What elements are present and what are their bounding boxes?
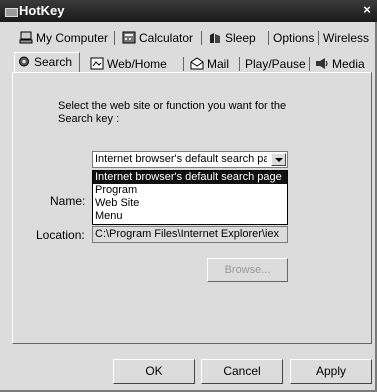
title-bar[interactable]: HotKey × [0, 0, 377, 22]
tab-separator [183, 57, 184, 71]
media-icon [315, 57, 329, 70]
search-gear-icon [17, 55, 31, 68]
mail-icon [190, 57, 204, 70]
window-title: HotKey [19, 3, 65, 18]
tab-separator [201, 31, 202, 45]
tab-options-label: Options [273, 31, 315, 45]
computer-icon [19, 31, 33, 44]
sleep-icon [208, 31, 222, 44]
tab-my-computer[interactable]: My Computer [19, 29, 108, 47]
chevron-down-icon[interactable] [271, 153, 286, 166]
search-function-value: Internet browser's default search pa [95, 153, 267, 165]
tab-search-label: Search [34, 55, 73, 69]
apply-button[interactable]: Apply [290, 359, 372, 384]
calculator-icon [122, 31, 136, 44]
tab-options[interactable]: Options [273, 29, 314, 47]
search-function-select[interactable]: Internet browser's default search pa [92, 151, 288, 168]
tab-web-home-label: Web/Home [107, 57, 167, 71]
tab-web-home[interactable]: Web/Home [90, 55, 167, 73]
dropdown-option[interactable]: Menu [93, 210, 287, 223]
name-label: Name: [50, 194, 86, 208]
tab-calculator[interactable]: Calculator [122, 29, 193, 47]
cancel-button[interactable]: Cancel [201, 359, 283, 384]
tab-play-pause-label: Play/Pause [245, 57, 306, 71]
tab-play-pause[interactable]: Play/Pause [245, 55, 306, 73]
tab-wireless-label: Wireless [323, 31, 370, 45]
dropdown-option[interactable]: Web Site [93, 197, 287, 210]
ok-button[interactable]: OK [113, 359, 195, 384]
tab-search[interactable]: Search [14, 52, 80, 73]
tab-my-computer-label: My Computer [36, 31, 109, 45]
tab-sleep-label: Sleep [225, 31, 256, 45]
tab-calculator-label: Calculator [139, 31, 194, 45]
dropdown-option[interactable]: Program [93, 184, 287, 197]
tab-media-label: Media [332, 57, 365, 71]
hotkey-dialog: HotKey × My Computer Calculator Sleep Op… [0, 0, 377, 392]
tab-mail-label: Mail [207, 57, 230, 71]
tab-separator [114, 31, 115, 45]
dropdown-option[interactable]: Internet browser's default search page [93, 171, 287, 184]
browse-button[interactable]: Browse... [207, 258, 288, 282]
web-home-icon [90, 57, 104, 70]
close-button[interactable]: × [360, 2, 374, 18]
tab-separator [268, 31, 269, 45]
keyboard-icon [5, 8, 18, 17]
tab-separator [309, 57, 310, 71]
tab-media[interactable]: Media [315, 55, 365, 73]
tab-separator [318, 31, 319, 45]
location-label: Location: [36, 228, 85, 242]
tab-wireless[interactable]: Wireless [323, 29, 369, 47]
location-field[interactable]: C:\Program Files\Internet Explorer\iex [92, 226, 288, 243]
search-key-prompt: Select the web site or function you want… [58, 100, 287, 125]
search-function-dropdown: Internet browser's default search page P… [92, 170, 288, 225]
tab-mail[interactable]: Mail [190, 55, 229, 73]
tab-sleep[interactable]: Sleep [208, 29, 256, 47]
tab-separator [239, 57, 240, 71]
